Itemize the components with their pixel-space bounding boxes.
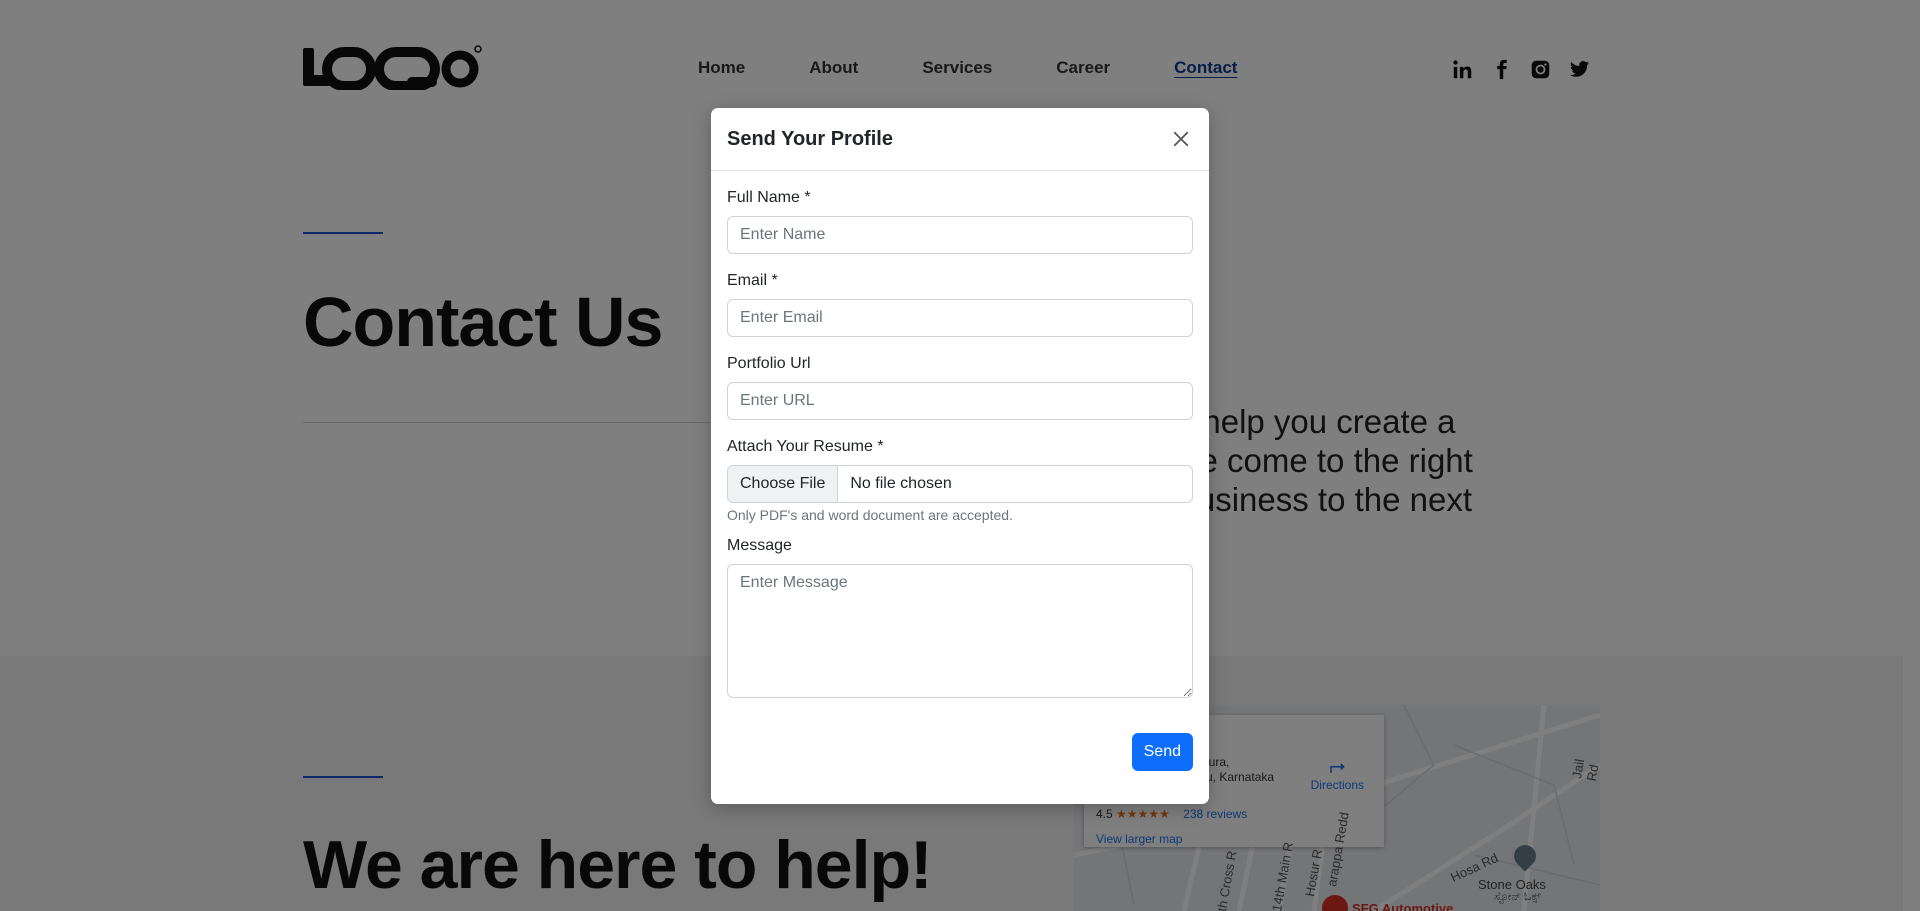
message-group: Message xyxy=(727,537,1193,703)
message-label: Message xyxy=(727,537,792,554)
modal-body: Full Name * Email * Portfolio Url Attach… xyxy=(711,171,1209,703)
resume-label: Attach Your Resume * xyxy=(727,438,884,455)
email-input[interactable] xyxy=(727,299,1193,337)
resume-help-text: Only PDF's and word document are accepte… xyxy=(727,507,1013,523)
message-textarea[interactable] xyxy=(727,564,1193,698)
send-profile-modal: Send Your Profile Full Name * Email * Po… xyxy=(711,108,1209,804)
name-input[interactable] xyxy=(727,216,1193,254)
send-button[interactable]: Send xyxy=(1131,733,1193,771)
portfolio-url-input[interactable] xyxy=(727,382,1193,420)
name-label: Full Name * xyxy=(727,189,811,206)
choose-file-button[interactable]: Choose File xyxy=(728,466,839,502)
resume-group: Attach Your Resume * Choose File No file… xyxy=(727,438,1193,523)
portfolio-group: Portfolio Url xyxy=(727,355,1193,420)
modal-footer: Send xyxy=(1131,733,1193,771)
email-label: Email * xyxy=(727,272,778,289)
modal-title: Send Your Profile xyxy=(727,127,893,150)
resume-file-input[interactable]: Choose File No file chosen xyxy=(727,465,1193,503)
close-icon xyxy=(1173,131,1189,147)
email-group: Email * xyxy=(727,272,1193,337)
file-status: No file chosen xyxy=(850,475,952,492)
modal-header: Send Your Profile xyxy=(711,108,1209,171)
close-button[interactable] xyxy=(1169,127,1193,151)
portfolio-label: Portfolio Url xyxy=(727,355,811,372)
name-group: Full Name * xyxy=(727,189,1193,254)
